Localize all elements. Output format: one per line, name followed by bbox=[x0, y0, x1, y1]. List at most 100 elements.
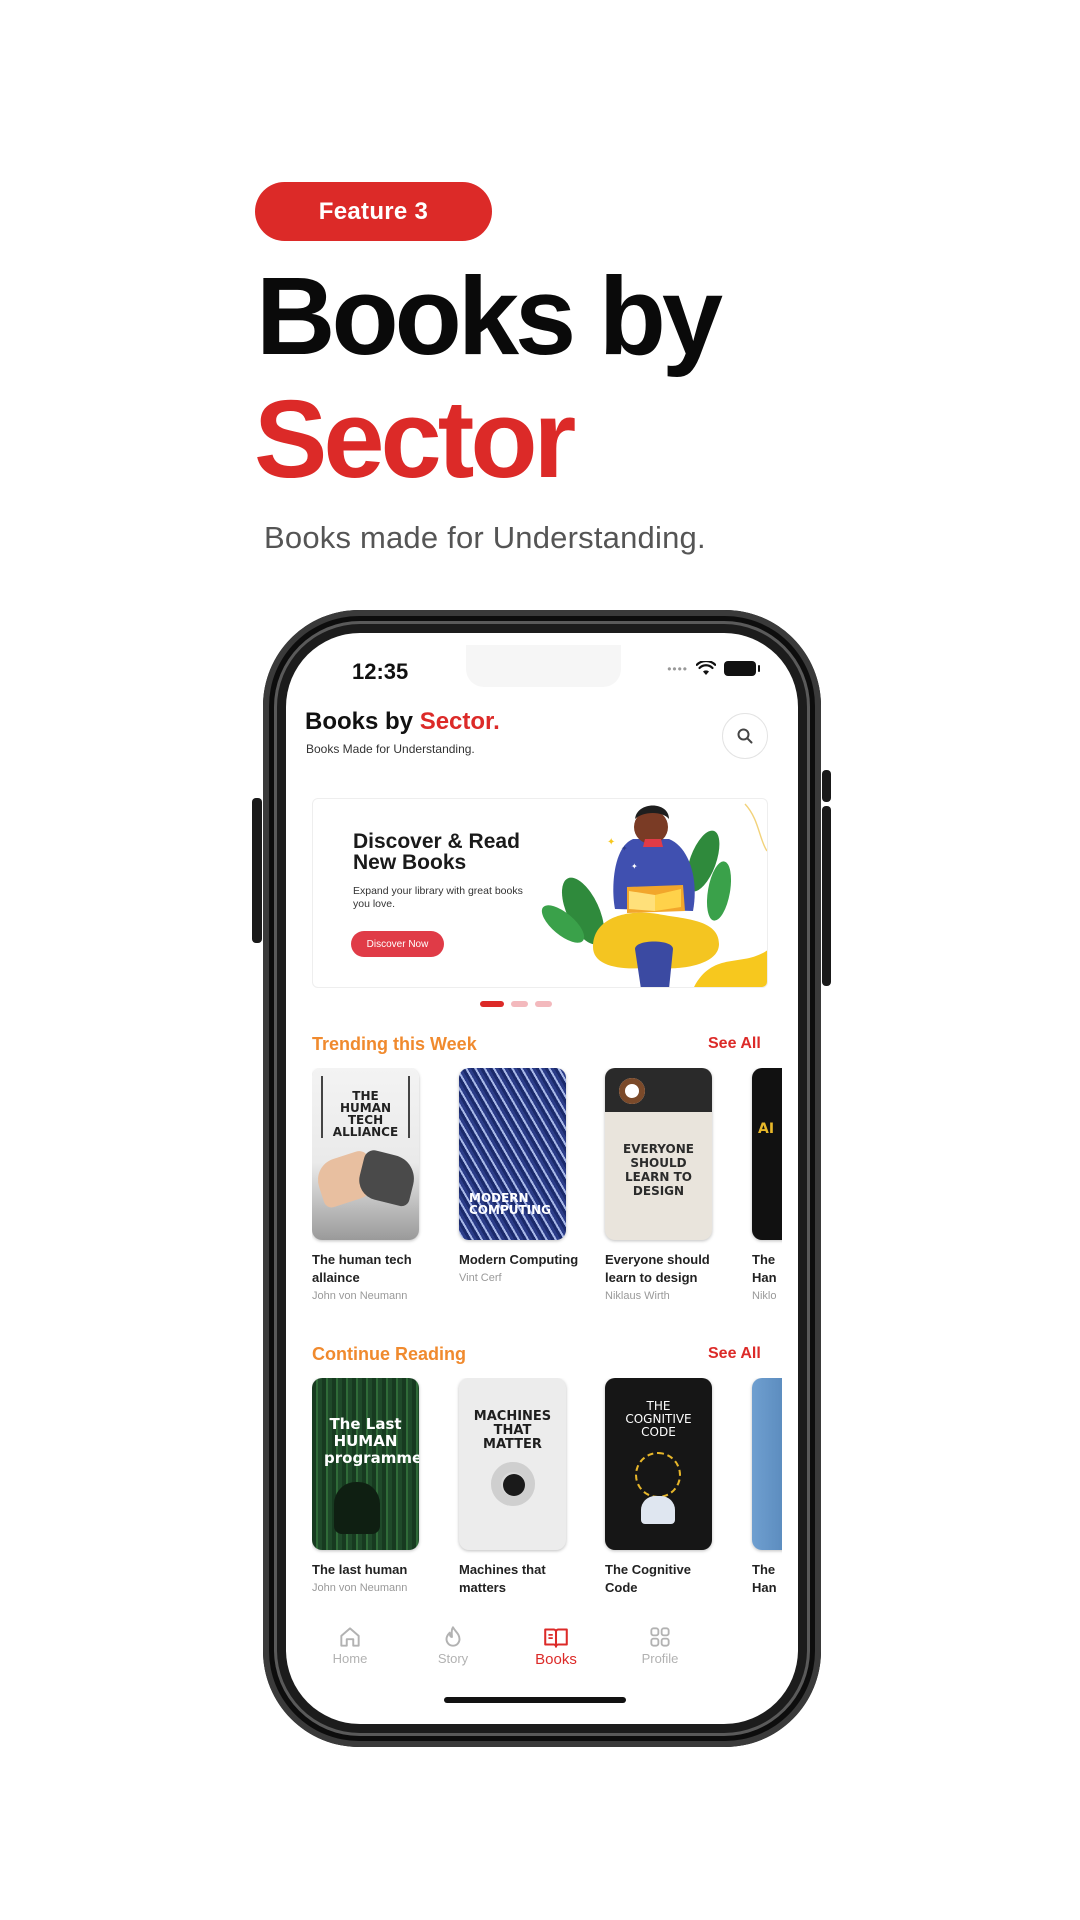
cover-title: MACHINES THAT MATTER bbox=[473, 1409, 552, 1452]
app-title-accent: Sector. bbox=[419, 708, 500, 735]
reading-person-illustration: ✦ ✦ ✦ bbox=[541, 803, 767, 987]
flame-icon bbox=[445, 1626, 461, 1647]
book-author: Niklaus Wirth bbox=[605, 1290, 670, 1302]
grid-icon bbox=[650, 1627, 670, 1647]
carousel-dot-2[interactable] bbox=[511, 1001, 528, 1007]
book-title-line2: Code bbox=[605, 1580, 638, 1595]
book-cover bbox=[752, 1378, 782, 1550]
tab-home-label: Home bbox=[332, 1651, 368, 1666]
phone-frame: 12:35 •••• Books by Sector. Books Made f… bbox=[263, 610, 821, 1747]
carousel-dots bbox=[480, 1001, 552, 1007]
app-subtitle: Books Made for Understanding. bbox=[306, 742, 475, 756]
book-title-line2: allaince bbox=[312, 1270, 360, 1285]
cover-title: The Last HUMAN programmer bbox=[324, 1415, 419, 1467]
book-card[interactable]: The Last HUMAN programmer The last human… bbox=[312, 1378, 422, 1597]
book-title-line2: matters bbox=[459, 1580, 506, 1595]
phone-volume-button-up bbox=[822, 770, 831, 802]
brain-circuit bbox=[635, 1452, 681, 1498]
trending-section-title: Trending this Week bbox=[312, 1034, 477, 1054]
search-icon bbox=[737, 728, 753, 744]
tab-story-label: Story bbox=[437, 1651, 469, 1666]
carousel-dot-1[interactable] bbox=[480, 1001, 504, 1007]
wifi-icon bbox=[696, 661, 716, 675]
book-card[interactable]: MODERN COMPUTING Modern Computing Vint C… bbox=[459, 1068, 579, 1287]
book-title: Machines that bbox=[459, 1562, 546, 1577]
book-title: The bbox=[752, 1252, 776, 1267]
book-cover: MACHINES THAT MATTER bbox=[459, 1378, 566, 1550]
hero-subtitle: Books made for Understanding. bbox=[264, 520, 706, 555]
status-time: 12:35 bbox=[352, 659, 409, 684]
hero-title-line1: Books by bbox=[256, 255, 723, 378]
book-card[interactable]: MACHINES THAT MATTER Machines that matte… bbox=[459, 1378, 569, 1597]
phone-volume-button-down bbox=[822, 806, 831, 986]
book-title: Everyone should bbox=[605, 1252, 710, 1267]
book-card[interactable]: AI The Han Niklo bbox=[752, 1068, 782, 1305]
book-author: Niklo bbox=[752, 1290, 777, 1302]
discover-now-button[interactable]: Discover Now bbox=[351, 931, 444, 957]
book-icon bbox=[544, 1628, 568, 1648]
book-title: The bbox=[752, 1562, 776, 1577]
book-author: Vint Cerf bbox=[459, 1272, 502, 1284]
book-title-line2: Han bbox=[752, 1270, 777, 1285]
hero-title-line2: Sector bbox=[254, 378, 576, 501]
tab-profile[interactable]: Profile bbox=[620, 1623, 700, 1666]
svg-text:✦: ✦ bbox=[607, 837, 615, 848]
book-cover: The Last HUMAN programmer bbox=[312, 1378, 419, 1550]
book-cover: MODERN COMPUTING bbox=[459, 1068, 566, 1240]
tab-home[interactable]: Home bbox=[310, 1623, 390, 1666]
bottom-tab-bar: Home Story Books Profile bbox=[286, 1623, 798, 1673]
book-card[interactable]: The Han bbox=[752, 1378, 782, 1597]
battery-icon bbox=[724, 661, 760, 676]
book-cover: THE COGNITIVE CODE bbox=[605, 1378, 712, 1550]
continue-section-title: Continue Reading bbox=[312, 1344, 466, 1364]
book-cover: THE HUMAN TECH ALLIANCE bbox=[312, 1068, 419, 1240]
book-title: The human tech bbox=[312, 1252, 412, 1267]
tab-books-label: Books bbox=[535, 1651, 577, 1668]
book-title: Modern Computing bbox=[459, 1252, 579, 1267]
promo-banner[interactable]: Discover & Read New Books Expand your li… bbox=[312, 798, 768, 988]
book-cover: EVERYONE SHOULD LEARN TO DESIGN bbox=[605, 1068, 712, 1240]
cover-core bbox=[503, 1474, 525, 1496]
signal-icon: •••• bbox=[667, 661, 688, 676]
tab-profile-label: Profile bbox=[641, 1651, 679, 1666]
search-button[interactable] bbox=[722, 713, 768, 759]
app-title: Books by Sector. bbox=[305, 708, 500, 736]
book-author: John von Neumann bbox=[312, 1290, 408, 1302]
phone-screen: 12:35 •••• Books by Sector. Books Made f… bbox=[286, 633, 798, 1724]
head-figure bbox=[641, 1496, 675, 1524]
app-title-main: Books by bbox=[305, 708, 420, 735]
tab-books[interactable]: Books bbox=[516, 1623, 596, 1668]
home-icon bbox=[340, 1627, 360, 1647]
book-title: The last human bbox=[312, 1562, 408, 1577]
home-indicator bbox=[444, 1697, 626, 1703]
svg-text:✦: ✦ bbox=[631, 862, 638, 871]
continue-books-row: The Last HUMAN programmer The last human… bbox=[312, 1378, 782, 1608]
book-title: The Cognitive bbox=[605, 1562, 691, 1577]
book-author: John von Neumann bbox=[312, 1582, 408, 1594]
cover-title: THE HUMAN TECH ALLIANCE bbox=[332, 1089, 399, 1139]
book-card[interactable]: EVERYONE SHOULD LEARN TO DESIGN Everyone… bbox=[605, 1068, 715, 1305]
book-title-line2: Han bbox=[752, 1580, 777, 1595]
feature-badge: Feature 3 bbox=[255, 182, 492, 241]
phone-side-button-left bbox=[252, 798, 262, 943]
book-cover: AI bbox=[752, 1068, 782, 1240]
book-card[interactable]: THE COGNITIVE CODE The Cognitive Code bbox=[605, 1378, 715, 1597]
banner-text: Expand your library with great books you… bbox=[353, 885, 523, 910]
trending-see-all-link[interactable]: See All bbox=[708, 1035, 761, 1053]
carousel-dot-3[interactable] bbox=[535, 1001, 552, 1007]
continue-see-all-link[interactable]: See All bbox=[708, 1345, 761, 1363]
cover-title: THE COGNITIVE CODE bbox=[625, 1399, 692, 1439]
book-title-line2: learn to design bbox=[605, 1270, 698, 1285]
coffee-cup bbox=[619, 1078, 645, 1104]
status-icons: •••• bbox=[667, 661, 760, 676]
cover-title: AI bbox=[758, 1121, 775, 1137]
tab-story[interactable]: Story bbox=[413, 1623, 493, 1666]
cover-title: EVERYONE SHOULD LEARN TO DESIGN bbox=[623, 1142, 694, 1198]
notch bbox=[466, 645, 621, 687]
trending-books-row: THE HUMAN TECH ALLIANCE The human tech a… bbox=[312, 1068, 782, 1318]
robot-hand bbox=[354, 1148, 419, 1208]
book-card[interactable]: THE HUMAN TECH ALLIANCE The human tech a… bbox=[312, 1068, 422, 1305]
hand-silhouette bbox=[334, 1482, 380, 1534]
svg-text:✦: ✦ bbox=[621, 844, 628, 853]
cover-title: MODERN COMPUTING bbox=[469, 1191, 552, 1217]
